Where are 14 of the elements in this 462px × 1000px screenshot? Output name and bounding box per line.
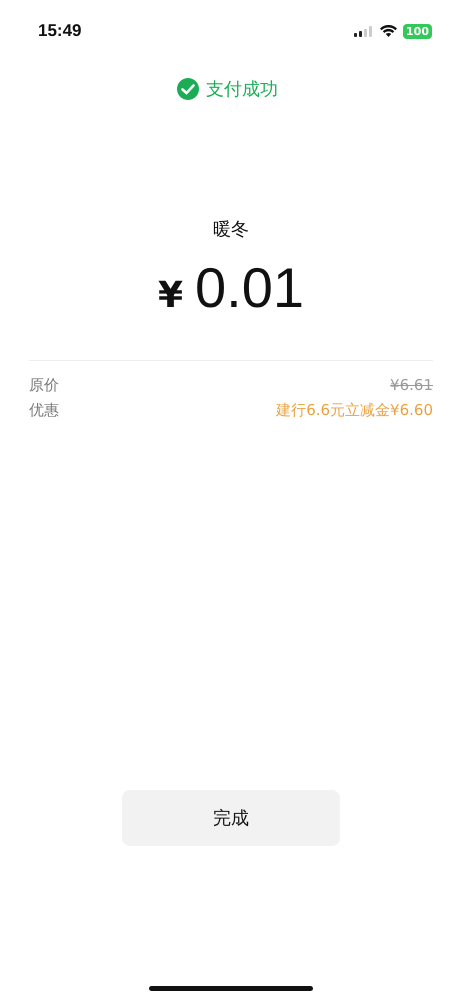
- battery-indicator: 100: [403, 24, 432, 38]
- wifi-icon: [380, 25, 398, 37]
- signal-icon: [354, 26, 374, 36]
- success-title: 支付成功: [206, 78, 278, 101]
- detail-label: 原价: [29, 375, 59, 396]
- check-icon: [176, 77, 200, 101]
- amount-value: 0.01: [195, 255, 304, 320]
- detail-value: ¥6.61: [390, 375, 433, 396]
- currency-symbol: ¥: [158, 275, 184, 316]
- done-button[interactable]: 完成: [122, 790, 340, 846]
- detail-value: 建行6.6元立减金¥6.60: [276, 400, 433, 421]
- status-time: 15:49: [38, 21, 82, 41]
- merchant-name: 暖冬: [212, 218, 250, 241]
- detail-label: 优惠: [29, 400, 59, 421]
